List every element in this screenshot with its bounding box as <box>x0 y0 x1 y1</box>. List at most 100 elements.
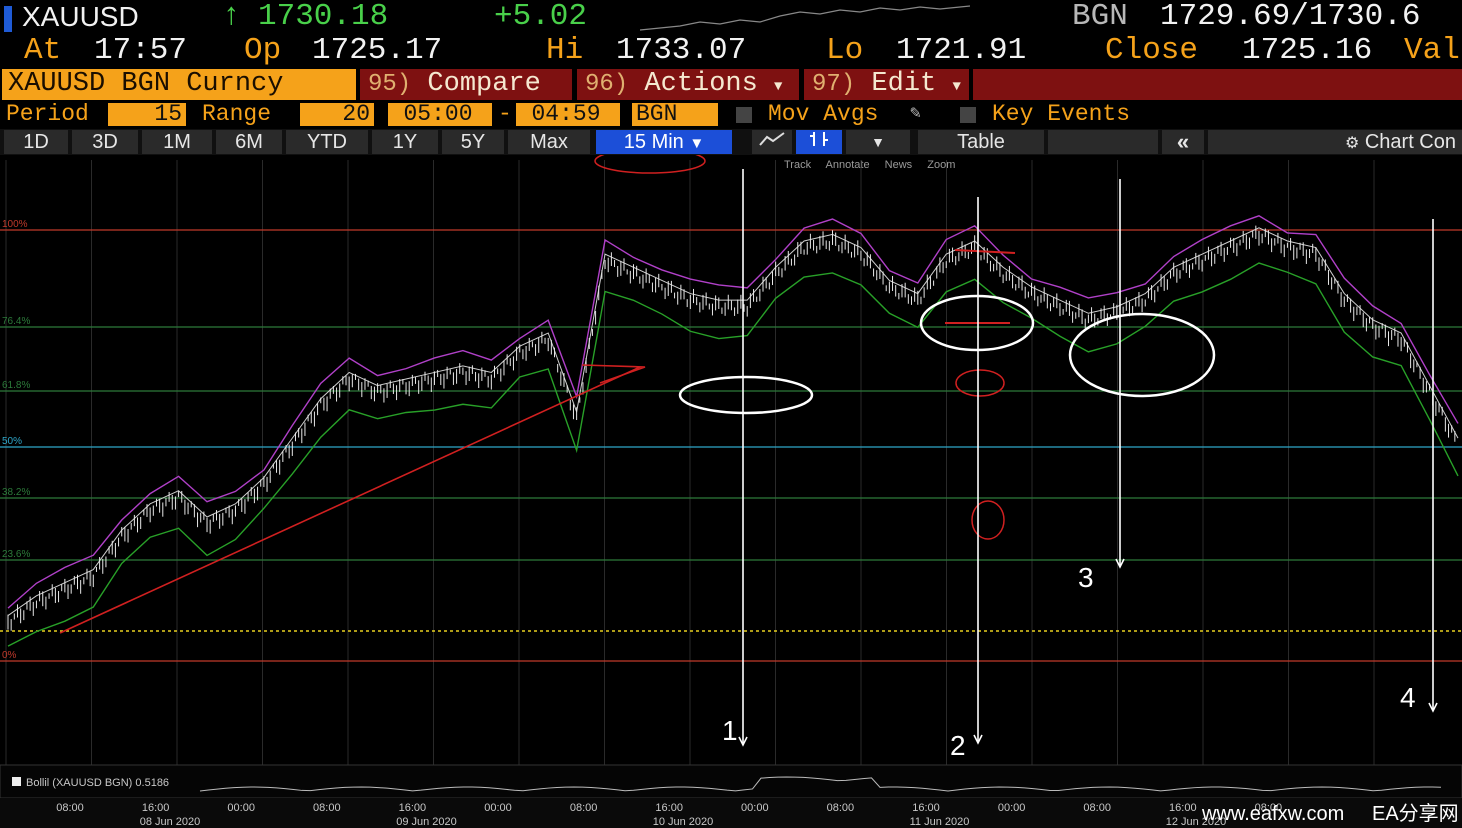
key-events-checkbox[interactable] <box>960 107 976 123</box>
settings-row: Period 15 Range 20 05:00 - 04:59 BGN Mov… <box>0 101 1462 128</box>
low-label: Lo <box>826 33 864 68</box>
period-field[interactable]: 15 <box>108 103 186 126</box>
tab-1m[interactable]: 1M <box>142 130 212 154</box>
pencil-icon[interactable]: ✎ <box>910 101 921 128</box>
bollinger-bands <box>7 215 1459 647</box>
tab-5y[interactable]: 5Y <box>442 130 504 154</box>
chart-settings-icon: ⚙ <box>1344 135 1360 152</box>
x-tick-label: 16:00 <box>1169 802 1197 814</box>
x-tick-label: 16:00 <box>399 802 427 814</box>
chevron-down-icon: ▼ <box>774 79 783 95</box>
date-label: 11 Jun 2020 <box>910 816 970 828</box>
actions-button[interactable]: 96) Actions ▼ <box>577 69 799 100</box>
tab-6m[interactable]: 6M <box>216 130 282 154</box>
red-circle <box>594 155 706 174</box>
x-tick-label: 00:00 <box>998 802 1026 814</box>
actions-label: Actions <box>644 69 758 99</box>
x-tick-label: 00:00 <box>484 802 512 814</box>
period-label: Period <box>6 101 89 127</box>
fib-label: 38.2% <box>2 487 30 498</box>
fib-levels: 100% 76.4% 61.8% 50% 38.2% 23.6% 0% <box>0 219 1462 662</box>
line-chart-icon[interactable] <box>752 130 792 154</box>
x-tick-label: 00:00 <box>741 802 769 814</box>
mov-avgs-checkbox[interactable] <box>736 107 752 123</box>
quote-source: BGN <box>1072 0 1128 34</box>
at-label: At <box>24 33 62 68</box>
lower-band <box>7 262 1459 647</box>
ticker: XAUUSD <box>22 1 139 32</box>
range-label: Range <box>202 101 272 127</box>
ticker-marker <box>4 6 12 32</box>
x-tick-label: 16:00 <box>655 802 683 814</box>
compare-button[interactable]: 95) Compare <box>360 69 572 100</box>
tab-1y[interactable]: 1Y <box>372 130 438 154</box>
chevron-down-icon: ▼ <box>952 79 961 95</box>
tab-3d[interactable]: 3D <box>72 130 138 154</box>
up-arrow-icon: ↑ <box>222 0 241 34</box>
chart-config-label: Chart Con <box>1364 131 1456 153</box>
x-tick-label: 16:00 <box>912 802 940 814</box>
fib-label: 61.8% <box>2 380 30 391</box>
fib-label: 100% <box>2 219 28 230</box>
x-tick-label: 16:00 <box>142 802 170 814</box>
fib-label: 76.4% <box>2 316 30 327</box>
val-label: Val <box>1404 33 1460 68</box>
end-time-field[interactable]: 04:59 <box>516 103 620 126</box>
red-circle <box>955 369 1005 397</box>
range-tabs: 1D 3D 1M 6M YTD 1Y 5Y Max 15 Min ▼ ▼ Tab… <box>0 129 1462 155</box>
watermark-site: www.eafxw.com <box>1202 803 1345 825</box>
x-tick-label: 08:00 <box>827 802 855 814</box>
tab-ytd[interactable]: YTD <box>286 130 368 154</box>
compare-num: 95) <box>368 71 412 98</box>
close-label: Close <box>1105 33 1199 68</box>
indicator-label: Bollil (XAUUSD BGN) 0.5186 <box>26 777 169 789</box>
source-field[interactable]: BGN <box>632 103 718 126</box>
x-tick-label: 00:00 <box>227 802 255 814</box>
collapse-icon[interactable]: « <box>1162 130 1204 154</box>
security-button[interactable]: XAUUSD BGN Curncy <box>2 69 356 100</box>
edit-num: 97) <box>812 71 856 98</box>
last-price: 1730.18 <box>258 0 389 34</box>
close-value: 1725.16 <box>1242 33 1373 68</box>
annotation-number: 4 <box>1400 682 1416 713</box>
table-button[interactable]: Table <box>918 130 1044 154</box>
watermark-brand: EA分享网 <box>1372 803 1459 825</box>
high-value: 1733.07 <box>616 33 747 68</box>
x-tick-label: 08:00 <box>1083 802 1111 814</box>
menu-bar: XAUUSD BGN Curncy 95) Compare 96) Action… <box>0 69 1462 100</box>
date-label: 10 Jun 2020 <box>653 816 714 828</box>
bid-ask: 1729.69/1730.6 <box>1160 0 1421 34</box>
key-events-label: Key Events <box>992 101 1131 127</box>
trend-line <box>59 366 641 634</box>
interval-dropdown[interactable]: 15 Min ▼ <box>596 130 732 154</box>
quote-time: 17:57 <box>94 33 188 68</box>
tab-spacer <box>1048 130 1158 154</box>
time-dash: - <box>498 101 512 127</box>
chart-grid <box>5 160 1375 795</box>
price-chart[interactable]: 100% 76.4% 61.8% 50% 38.2% 23.6% 0% 1 2 3 4 Bolli… <box>0 155 1462 828</box>
x-tick-label: 08:00 <box>56 802 84 814</box>
net-change: +5.02 <box>494 0 588 34</box>
interval-label: 15 Min <box>623 131 684 153</box>
highlight-circle <box>1068 312 1216 398</box>
edit-button[interactable]: 97) Edit ▼ <box>804 69 969 100</box>
x-tick-label: 08:00 <box>313 802 341 814</box>
range-field[interactable]: 20 <box>300 103 374 126</box>
start-time-field[interactable]: 05:00 <box>388 103 492 126</box>
annotation-number: 3 <box>1078 562 1094 593</box>
edit-label: Edit <box>871 69 937 99</box>
actions-num: 96) <box>585 71 629 98</box>
high-label: Hi <box>546 33 584 68</box>
tab-1d[interactable]: 1D <box>4 130 68 154</box>
date-label: 09 Jun 2020 <box>396 816 457 828</box>
chevron-down-icon: ▼ <box>689 135 705 152</box>
tab-max[interactable]: Max <box>508 130 590 154</box>
open-label: Op <box>244 33 282 68</box>
chart-type-dropdown[interactable]: ▼ <box>846 130 910 154</box>
mov-avgs-label: Mov Avgs <box>768 101 879 127</box>
fib-label: 0% <box>2 650 17 661</box>
bar-chart-icon[interactable] <box>796 130 842 154</box>
chart-config-button[interactable]: ⚙ Chart Con <box>1208 130 1462 154</box>
open-value: 1725.17 <box>312 33 443 68</box>
security-label: XAUUSD BGN Curncy <box>8 69 284 99</box>
